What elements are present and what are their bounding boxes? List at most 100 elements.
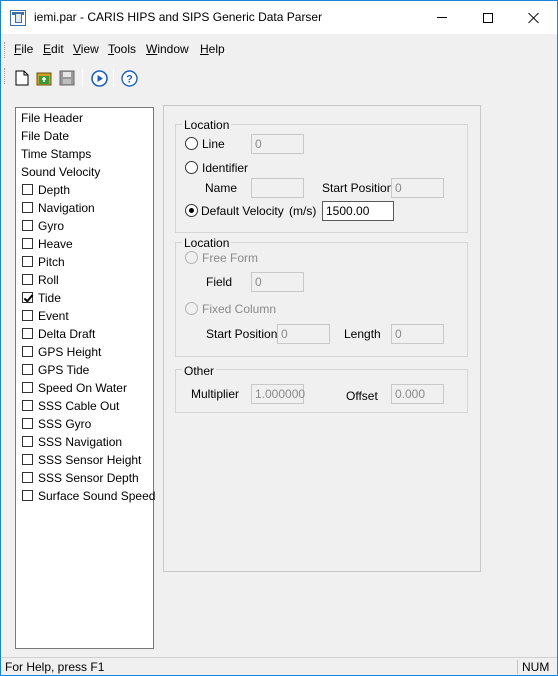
offset-field[interactable]: 0.000	[391, 384, 444, 404]
identifier-radio[interactable]	[185, 161, 198, 174]
tree-item-gps-height[interactable]: GPS Height	[21, 343, 101, 360]
menu-tools[interactable]: Tools	[108, 42, 136, 56]
depth-checkbox[interactable]	[22, 184, 33, 195]
tree-item-sss-sensor-height[interactable]: SSS Sensor Height	[21, 451, 141, 468]
maximize-icon	[483, 12, 493, 23]
field-number-field[interactable]: 0	[251, 272, 304, 292]
free-form-radio[interactable]	[185, 251, 198, 264]
tree-item-label: Navigation	[38, 200, 95, 215]
maximize-button[interactable]	[465, 1, 511, 34]
tree-item-depth[interactable]: Depth	[21, 181, 70, 198]
tree-item-tide[interactable]: Tide	[21, 289, 61, 306]
tree-item-surface-sound-speed[interactable]: Surface Sound Speed	[21, 487, 155, 504]
new-file-button[interactable]	[12, 68, 32, 88]
tree-item-sss-cable-out[interactable]: SSS Cable Out	[21, 397, 119, 414]
tree-item-label: Heave	[38, 236, 73, 251]
properties-panel: Location Line 0 Identifier Name Start Po…	[163, 105, 481, 572]
open-file-button[interactable]	[34, 68, 54, 88]
tree-item-delta-draft[interactable]: Delta Draft	[21, 325, 95, 342]
tree-item-label: Depth	[38, 182, 71, 197]
pitch-checkbox[interactable]	[22, 256, 33, 267]
tree-item-pitch[interactable]: Pitch	[21, 253, 65, 270]
tree-item-sound-velocity[interactable]: Sound Velocity	[21, 163, 100, 180]
save-button[interactable]	[57, 68, 77, 88]
gps-height-checkbox[interactable]	[22, 346, 33, 357]
multiplier-field[interactable]: 1.000000	[251, 384, 305, 404]
tree-item-heave[interactable]: Heave	[21, 235, 73, 252]
free-form-label: Free Form	[202, 251, 259, 265]
tree-item-file-header[interactable]: File Header	[21, 109, 83, 126]
length-field[interactable]: 0	[391, 324, 444, 344]
minimize-button[interactable]	[419, 1, 465, 34]
menu-file[interactable]: File	[14, 42, 33, 56]
sss-cable-out-checkbox[interactable]	[22, 400, 33, 411]
help-button[interactable]: ?	[119, 68, 139, 88]
menubar-grip[interactable]	[4, 42, 7, 58]
sss-navigation-checkbox[interactable]	[22, 436, 33, 447]
fixed-column-radio[interactable]	[185, 302, 198, 315]
line-radio[interactable]	[185, 137, 198, 150]
roll-checkbox[interactable]	[22, 274, 33, 285]
menu-window[interactable]: Window	[146, 42, 189, 56]
tree-item-gps-tide[interactable]: GPS Tide	[21, 361, 89, 378]
event-checkbox[interactable]	[22, 310, 33, 321]
field-label: Field	[206, 275, 233, 289]
run-button[interactable]	[89, 68, 109, 88]
start-position-field[interactable]: 0	[391, 178, 444, 198]
new-file-icon	[15, 70, 29, 86]
open-file-icon	[36, 72, 52, 86]
length-label: Length	[344, 327, 381, 341]
column-start-position-field[interactable]: 0	[277, 324, 330, 344]
heave-checkbox[interactable]	[22, 238, 33, 249]
tree-item-label: SSS Sensor Depth	[38, 470, 139, 485]
fixed-column-label: Fixed Column	[202, 302, 277, 316]
toolbar-separator	[113, 69, 114, 87]
name-field[interactable]	[251, 178, 304, 198]
other-legend: Other	[182, 364, 217, 378]
menu-edit[interactable]: Edit	[43, 42, 64, 56]
speed-on-water-checkbox[interactable]	[22, 382, 33, 393]
app-icon	[10, 10, 26, 26]
name-label: Name	[205, 181, 238, 195]
delta-draft-checkbox[interactable]	[22, 328, 33, 339]
tree-item-sss-sensor-depth[interactable]: SSS Sensor Depth	[21, 469, 139, 486]
tree-item-label: Gyro	[38, 218, 65, 233]
toolbar-separator	[82, 69, 83, 87]
tree-item-label: Pitch	[38, 254, 65, 269]
gps-tide-checkbox[interactable]	[22, 364, 33, 375]
tree-item-sss-gyro[interactable]: SSS Gyro	[21, 415, 91, 432]
toolbar-grip[interactable]	[4, 68, 7, 84]
sss-gyro-checkbox[interactable]	[22, 418, 33, 429]
location-legend: Location	[182, 118, 232, 132]
menu-view[interactable]: View	[73, 42, 99, 56]
tree-item-gyro[interactable]: Gyro	[21, 217, 64, 234]
tide-checkbox[interactable]	[22, 292, 33, 303]
title-bar[interactable]: iemi.par - CARIS HIPS and SIPS Generic D…	[1, 1, 557, 34]
tree-item-navigation[interactable]: Navigation	[21, 199, 95, 216]
tree-item-file-date[interactable]: File Date	[21, 127, 69, 144]
tree-item-roll[interactable]: Roll	[21, 271, 59, 288]
tree-item-label: GPS Height	[38, 344, 102, 359]
tree-item-label: GPS Tide	[38, 362, 90, 377]
sss-sensor-height-checkbox[interactable]	[22, 454, 33, 465]
tree-item-label: Tide	[38, 290, 61, 305]
tree-item-time-stamps[interactable]: Time Stamps	[21, 145, 91, 162]
offset-label: Offset	[346, 389, 378, 403]
tree-item-sss-navigation[interactable]: SSS Navigation	[21, 433, 122, 450]
line-field[interactable]: 0	[251, 134, 304, 154]
gyro-checkbox[interactable]	[22, 220, 33, 231]
close-button[interactable]	[511, 1, 557, 34]
multiplier-label: Multiplier	[191, 387, 240, 401]
tree-item-event[interactable]: Event	[21, 307, 69, 324]
menu-help[interactable]: Help	[200, 42, 225, 56]
tree-item-label: SSS Gyro	[38, 416, 92, 431]
tree-item-speed-on-water[interactable]: Speed On Water	[21, 379, 127, 396]
velocity-units-label: (m/s)	[289, 204, 317, 218]
navigation-checkbox[interactable]	[22, 202, 33, 213]
default-velocity-radio[interactable]	[185, 204, 198, 217]
default-velocity-field[interactable]: 1500.00	[322, 201, 394, 221]
status-bar: For Help, press F1 NUM	[1, 657, 557, 675]
sss-sensor-depth-checkbox[interactable]	[22, 472, 33, 483]
surface-sound-speed-checkbox[interactable]	[22, 490, 33, 501]
window-title: iemi.par - CARIS HIPS and SIPS Generic D…	[34, 10, 323, 24]
